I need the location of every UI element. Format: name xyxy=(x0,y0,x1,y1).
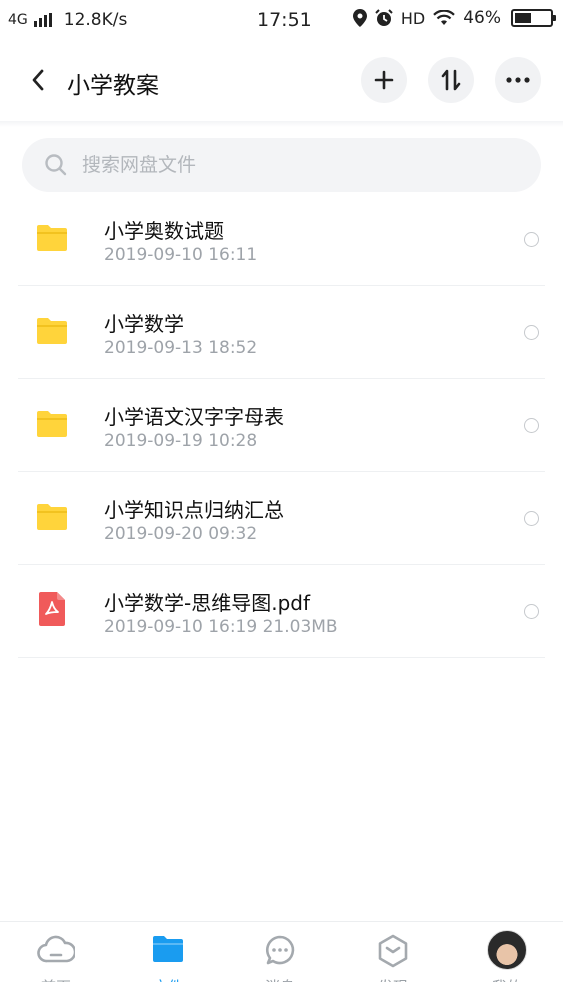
battery-icon xyxy=(511,9,556,27)
chevron-left-icon xyxy=(32,69,44,91)
status-time: 17:51 xyxy=(257,9,312,31)
cloud-icon xyxy=(37,934,77,968)
tab-me[interactable]: 我的 xyxy=(451,922,563,982)
wifi-icon xyxy=(433,10,455,25)
battery-percent: 46% xyxy=(463,8,501,28)
location-icon xyxy=(352,9,367,27)
tab-discover[interactable]: 发现 xyxy=(337,922,449,982)
file-name: 小学知识点归纳汇总 xyxy=(104,498,284,522)
select-checkbox[interactable] xyxy=(524,604,539,619)
status-right: HD 46% xyxy=(352,8,556,28)
search-icon xyxy=(45,154,67,176)
battery-level xyxy=(515,13,531,23)
file-meta: 2019-09-20 09:32 xyxy=(104,524,258,544)
header: 小学教案 xyxy=(0,40,563,122)
select-checkbox[interactable] xyxy=(524,511,539,526)
hexagon-icon xyxy=(377,934,409,972)
pdf-icon xyxy=(37,592,67,630)
avatar-icon xyxy=(487,930,527,970)
folder-icon xyxy=(35,223,69,257)
file-name: 小学奥数试题 xyxy=(104,219,224,243)
list-item[interactable]: 小学数学-思维导图.pdf 2019-09-10 16:19 21.03MB xyxy=(0,565,563,658)
file-name: 小学数学-思维导图.pdf xyxy=(104,591,311,615)
back-button[interactable] xyxy=(24,64,52,96)
file-meta: 2019-09-19 10:28 xyxy=(104,431,258,451)
file-meta: 2019-09-10 16:19 21.03MB xyxy=(104,617,338,637)
folder-icon xyxy=(35,409,69,443)
network-speed: 12.8K/s xyxy=(63,10,128,30)
select-checkbox[interactable] xyxy=(524,325,539,340)
list-item[interactable]: 小学语文汉字字母表 2019-09-19 10:28 xyxy=(0,379,563,472)
chat-icon xyxy=(264,934,296,970)
status-left: 4G 12.8K/s xyxy=(8,10,127,30)
list-item[interactable]: 小学数学 2019-09-13 18:52 xyxy=(0,286,563,379)
hd-indicator: HD xyxy=(400,8,426,28)
page-title: 小学教案 xyxy=(67,73,159,99)
tab-home[interactable]: 首页 xyxy=(0,922,112,982)
alarm-icon xyxy=(375,9,393,26)
folder-icon xyxy=(35,502,69,536)
tab-label: 我的 xyxy=(451,976,563,982)
avatar xyxy=(487,930,527,970)
more-icon xyxy=(506,77,530,83)
signal-icon xyxy=(33,13,52,27)
network-type: 4G xyxy=(8,12,28,28)
list-item[interactable]: 小学奥数试题 2019-09-10 16:11 xyxy=(0,193,563,286)
search-input[interactable] xyxy=(82,138,522,192)
divider xyxy=(18,657,545,658)
sort-button[interactable] xyxy=(428,57,474,103)
file-meta: 2019-09-13 18:52 xyxy=(104,338,258,358)
folder-icon xyxy=(152,934,184,968)
tab-label: 消息 xyxy=(224,976,336,982)
bottom-tab-bar: 首页 文件 消息 发现 我的 xyxy=(0,921,563,982)
sort-icon xyxy=(441,69,461,91)
list-item[interactable]: 小学知识点归纳汇总 2019-09-20 09:32 xyxy=(0,472,563,565)
file-name: 小学数学 xyxy=(104,312,184,336)
screen: 4G 12.8K/s 17:51 HD 46% 小学教案 搜索网盘文件 小学奥数… xyxy=(0,0,563,982)
select-checkbox[interactable] xyxy=(524,418,539,433)
status-bar: 4G 12.8K/s 17:51 HD 46% xyxy=(0,0,563,40)
add-button[interactable] xyxy=(361,57,407,103)
tab-label: 首页 xyxy=(0,976,112,982)
folder-icon xyxy=(35,316,69,350)
header-divider xyxy=(0,121,563,127)
tab-label: 发现 xyxy=(337,976,449,982)
file-meta: 2019-09-10 16:11 xyxy=(104,245,258,265)
more-button[interactable] xyxy=(495,57,541,103)
tab-messages[interactable]: 消息 xyxy=(224,922,336,982)
plus-icon xyxy=(374,70,394,90)
select-checkbox[interactable] xyxy=(524,232,539,247)
file-name: 小学语文汉字字母表 xyxy=(104,405,284,429)
file-list: 小学奥数试题 2019-09-10 16:11 小学数学 2019-09-13 … xyxy=(0,193,563,658)
tab-label: 文件 xyxy=(112,976,224,982)
search-bar[interactable] xyxy=(22,138,541,192)
tab-files[interactable]: 文件 xyxy=(112,922,224,982)
